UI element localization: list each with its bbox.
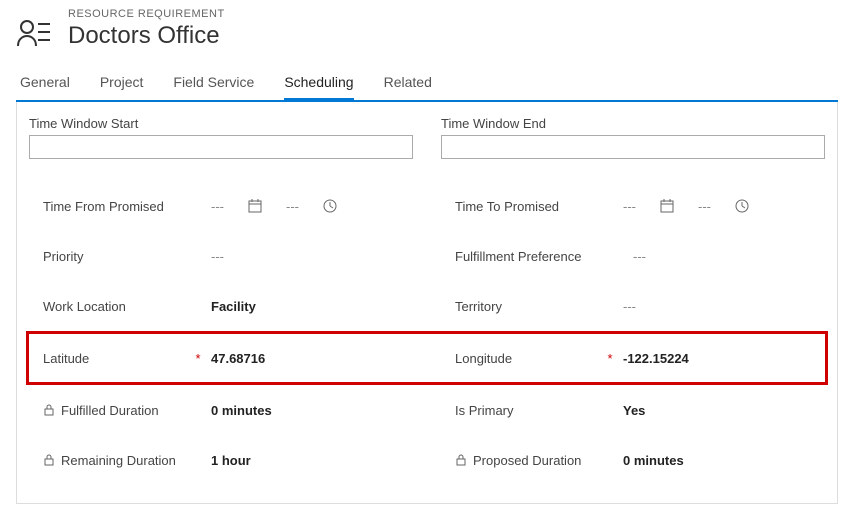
time-window-start-label: Time Window Start (29, 116, 413, 131)
field-fulfillment-preference: Fulfillment Preference --- (441, 231, 825, 281)
lock-icon (455, 454, 467, 466)
label-work-location: Work Location (43, 299, 193, 314)
clock-icon[interactable] (735, 199, 749, 213)
field-is-primary: Is Primary Yes (441, 385, 825, 435)
field-proposed-duration: Proposed Duration 0 minutes (441, 435, 825, 485)
page-title: Doctors Office (68, 22, 225, 50)
time-to-time-value[interactable]: --- (698, 199, 711, 214)
field-longitude: Longitude * -122.15224 (441, 338, 825, 378)
label-fulfilled-duration: Fulfilled Duration (43, 403, 193, 418)
value-territory[interactable]: --- (623, 299, 636, 314)
field-time-from-promised: Time From Promised --- --- (29, 181, 413, 231)
field-territory: Territory --- (441, 281, 825, 331)
field-priority: Priority --- (29, 231, 413, 281)
label-fulfillment-preference: Fulfillment Preference (455, 249, 615, 264)
value-fulfilled-duration: 0 minutes (211, 403, 272, 418)
calendar-icon[interactable] (660, 199, 674, 213)
value-remaining-duration: 1 hour (211, 453, 251, 468)
lock-icon (43, 404, 55, 416)
label-latitude: Latitude (43, 351, 193, 366)
time-to-date-value[interactable]: --- (623, 199, 636, 214)
value-latitude[interactable]: 47.68716 (211, 351, 265, 366)
label-priority: Priority (43, 249, 193, 264)
field-time-to-promised: Time To Promised --- --- (441, 181, 825, 231)
time-from-time-value[interactable]: --- (286, 199, 299, 214)
calendar-icon[interactable] (248, 199, 262, 213)
field-remaining-duration: Remaining Duration 1 hour (29, 435, 413, 485)
clock-icon[interactable] (323, 199, 337, 213)
time-window-end-input[interactable] (441, 135, 825, 159)
time-from-date-value[interactable]: --- (211, 199, 224, 214)
page-header: RESOURCE REQUIREMENT Doctors Office (16, 8, 838, 52)
label-longitude: Longitude (455, 351, 605, 366)
label-remaining-duration: Remaining Duration (43, 453, 193, 468)
label-territory: Territory (455, 299, 605, 314)
value-is-primary[interactable]: Yes (623, 403, 645, 418)
tab-related[interactable]: Related (384, 68, 432, 101)
entity-type-label: RESOURCE REQUIREMENT (68, 8, 225, 20)
time-window-end-label: Time Window End (441, 116, 825, 131)
label-time-to-promised: Time To Promised (455, 199, 605, 214)
label-time-from-promised: Time From Promised (43, 199, 193, 214)
lock-icon (43, 454, 55, 466)
required-indicator: * (605, 351, 615, 366)
time-window-start-input[interactable] (29, 135, 413, 159)
latlon-highlight-box: Latitude * 47.68716 Longitude * -122.152… (26, 331, 828, 385)
value-work-location[interactable]: Facility (211, 299, 256, 314)
value-longitude[interactable]: -122.15224 (623, 351, 689, 366)
tab-scheduling[interactable]: Scheduling (284, 68, 353, 101)
field-latitude: Latitude * 47.68716 (29, 338, 413, 378)
value-proposed-duration: 0 minutes (623, 453, 684, 468)
resource-requirement-icon (16, 16, 52, 52)
tab-project[interactable]: Project (100, 68, 144, 101)
required-indicator: * (193, 351, 203, 366)
field-fulfilled-duration: Fulfilled Duration 0 minutes (29, 385, 413, 435)
tab-general[interactable]: General (20, 68, 70, 101)
value-priority[interactable]: --- (211, 249, 224, 264)
label-proposed-duration: Proposed Duration (455, 453, 605, 468)
value-fulfillment-preference[interactable]: --- (633, 249, 646, 264)
label-is-primary: Is Primary (455, 403, 605, 418)
field-work-location: Work Location Facility (29, 281, 413, 331)
tab-bar: General Project Field Service Scheduling… (16, 68, 838, 101)
tab-field-service[interactable]: Field Service (173, 68, 254, 101)
